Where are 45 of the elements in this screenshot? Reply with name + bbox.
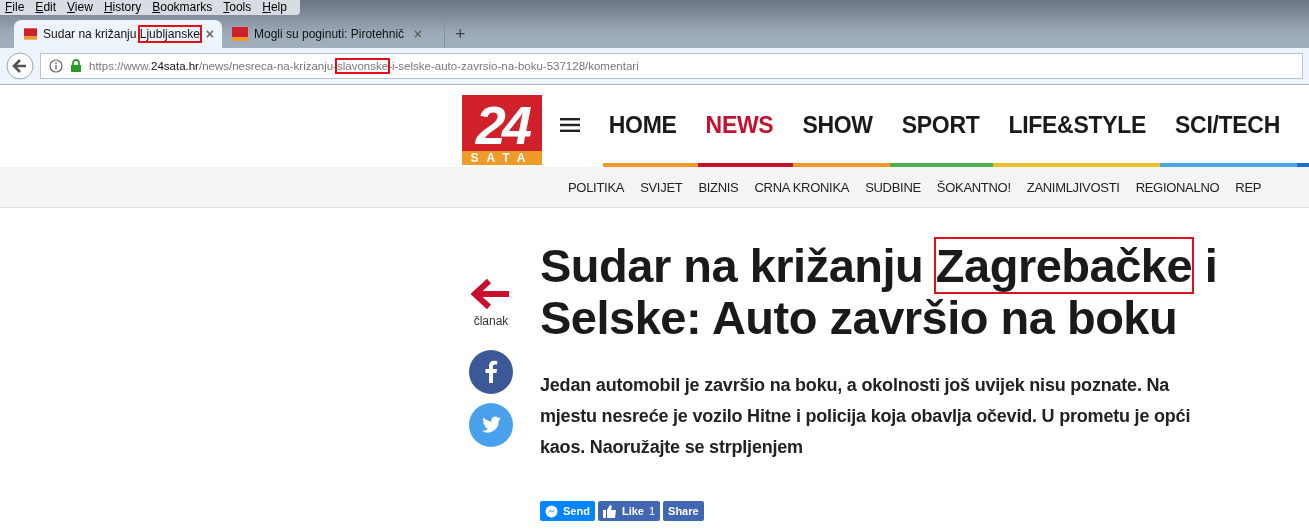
menu-icon[interactable] (559, 118, 580, 132)
nav-link[interactable]: LIFE&STYLE (1008, 111, 1147, 139)
tab-title: Sudar na križanju Ljubljanske (43, 26, 200, 43)
close-tab-button[interactable]: × (205, 26, 214, 42)
subnav-link[interactable]: POLITIKA (568, 179, 625, 195)
menu-item[interactable]: File (0, 0, 31, 15)
browser-tab[interactable]: Sudar na križanju Ljubljanske × (14, 20, 222, 48)
tab-title: Mogli su poginuti: Pirotehnič (254, 26, 406, 43)
facebook-button[interactable]: Send (540, 501, 595, 521)
subnav-link[interactable]: SVIJET (640, 179, 683, 195)
menu-item[interactable]: Bookmarks (147, 0, 219, 15)
lock-icon (70, 59, 82, 73)
thumbs-up-icon (602, 504, 617, 518)
menu-item[interactable]: View (62, 0, 99, 15)
article-lead: Jedan automobil je završio na boku, a okolnosti još uvijek nisu poznate. Na mjestu nesreće je vozilo Hitne i policija koja obavlja očevid. U prometu je opći kaos. Naoružajte se strpljenjem (540, 374, 1192, 459)
article-headline: Sudar na križanju Zagrebačke i Selske: Auto završio na boku (540, 240, 1218, 344)
menu-item[interactable]: Edit (30, 0, 63, 15)
subnav-link[interactable]: REGIONALNO (1135, 179, 1220, 195)
back-arrow-icon[interactable] (471, 278, 511, 310)
nav-link[interactable]: SCI/TECH (1175, 111, 1280, 139)
facebook-button[interactable]: Like 1 (597, 501, 661, 521)
subnav-link[interactable]: REP (1235, 179, 1262, 195)
subnav-link[interactable]: SUDBINE (865, 179, 921, 195)
subnav-link[interactable]: CRNA KRONIKA (754, 179, 850, 195)
site-logo-icon (24, 27, 38, 41)
site-logo[interactable]: 24 SATA (462, 95, 542, 165)
subnav-link[interactable]: BIZNIS (698, 179, 739, 195)
back-button[interactable] (6, 52, 34, 80)
nav-link[interactable]: NEWS (705, 111, 774, 139)
nav-link[interactable]: SHOW (802, 111, 873, 139)
menu-item[interactable]: Help (257, 0, 293, 15)
browser-tab[interactable]: Mogli su poginuti: Pirotehnič × (222, 20, 430, 48)
subnav-link[interactable]: ŠOKANTNO! (936, 179, 1011, 195)
info-icon[interactable] (49, 59, 63, 73)
facebook-share-icon[interactable] (469, 350, 513, 394)
subnav-link[interactable]: ZANIMLJIVOSTI (1026, 179, 1120, 195)
twitter-share-icon[interactable] (469, 403, 513, 447)
messenger-icon (545, 504, 558, 518)
nav-link[interactable]: HOME (608, 111, 677, 139)
facebook-button[interactable]: Share (663, 501, 704, 521)
nav-link[interactable]: SPORT (901, 111, 980, 139)
menu-item[interactable]: Tools (218, 0, 258, 15)
back-link[interactable]: članak (473, 314, 509, 328)
menu-item[interactable]: History (98, 0, 148, 15)
site-logo-icon (232, 27, 248, 41)
